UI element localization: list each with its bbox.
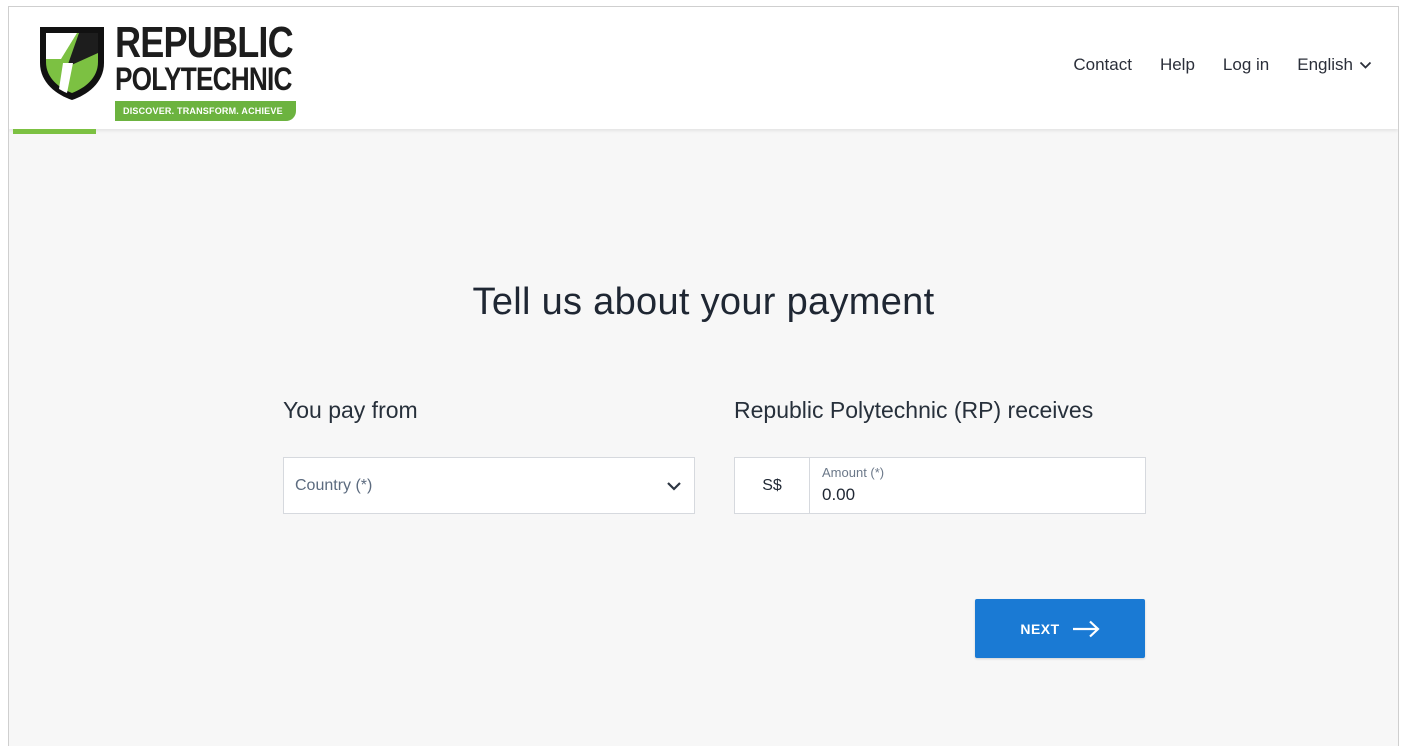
amount-input[interactable] [822,485,1122,505]
arrow-right-icon [1072,620,1100,637]
logo-text-republic: REPUBLIC [115,18,294,67]
shield-logo-icon [40,27,104,100]
logo-text-polytechnic: POLYTECHNIC [115,61,292,97]
progress-bar-fill [13,129,96,134]
page-title: Tell us about your payment [472,281,935,323]
next-button[interactable]: NEXT [975,599,1145,658]
chevron-down-icon [1359,61,1372,69]
amount-field-wrapper[interactable]: Amount (*) [810,458,1145,513]
language-label: English [1297,55,1353,74]
amount-group: S$ Amount (*) [734,457,1146,514]
nav-help-link[interactable]: Help [1160,55,1195,75]
top-nav: Contact Help Log in English [1073,55,1372,75]
nav-contact-link[interactable]: Contact [1073,55,1132,75]
next-button-label: NEXT [1020,620,1060,637]
nav-login-link[interactable]: Log in [1223,55,1269,75]
logo-tagline: DISCOVER. TRANSFORM. ACHIEVE [115,101,296,121]
progress-bar [13,129,1392,134]
site-header: REPUBLIC POLYTECHNIC DISCOVER. TRANSFORM… [9,7,1398,129]
country-select[interactable]: Country (*) [283,457,695,514]
receives-label: Republic Polytechnic (RP) receives [734,397,1094,423]
pay-from-label: You pay from [283,397,418,423]
republic-polytechnic-logo[interactable]: REPUBLIC POLYTECHNIC DISCOVER. TRANSFORM… [37,19,307,121]
browser-frame: REPUBLIC POLYTECHNIC DISCOVER. TRANSFORM… [8,6,1399,746]
country-select-placeholder: Country (*) [295,476,373,494]
language-selector[interactable]: English [1297,55,1372,75]
currency-code: S$ [735,458,810,513]
amount-label: Amount (*) [822,465,885,480]
chevron-down-icon [667,481,681,491]
